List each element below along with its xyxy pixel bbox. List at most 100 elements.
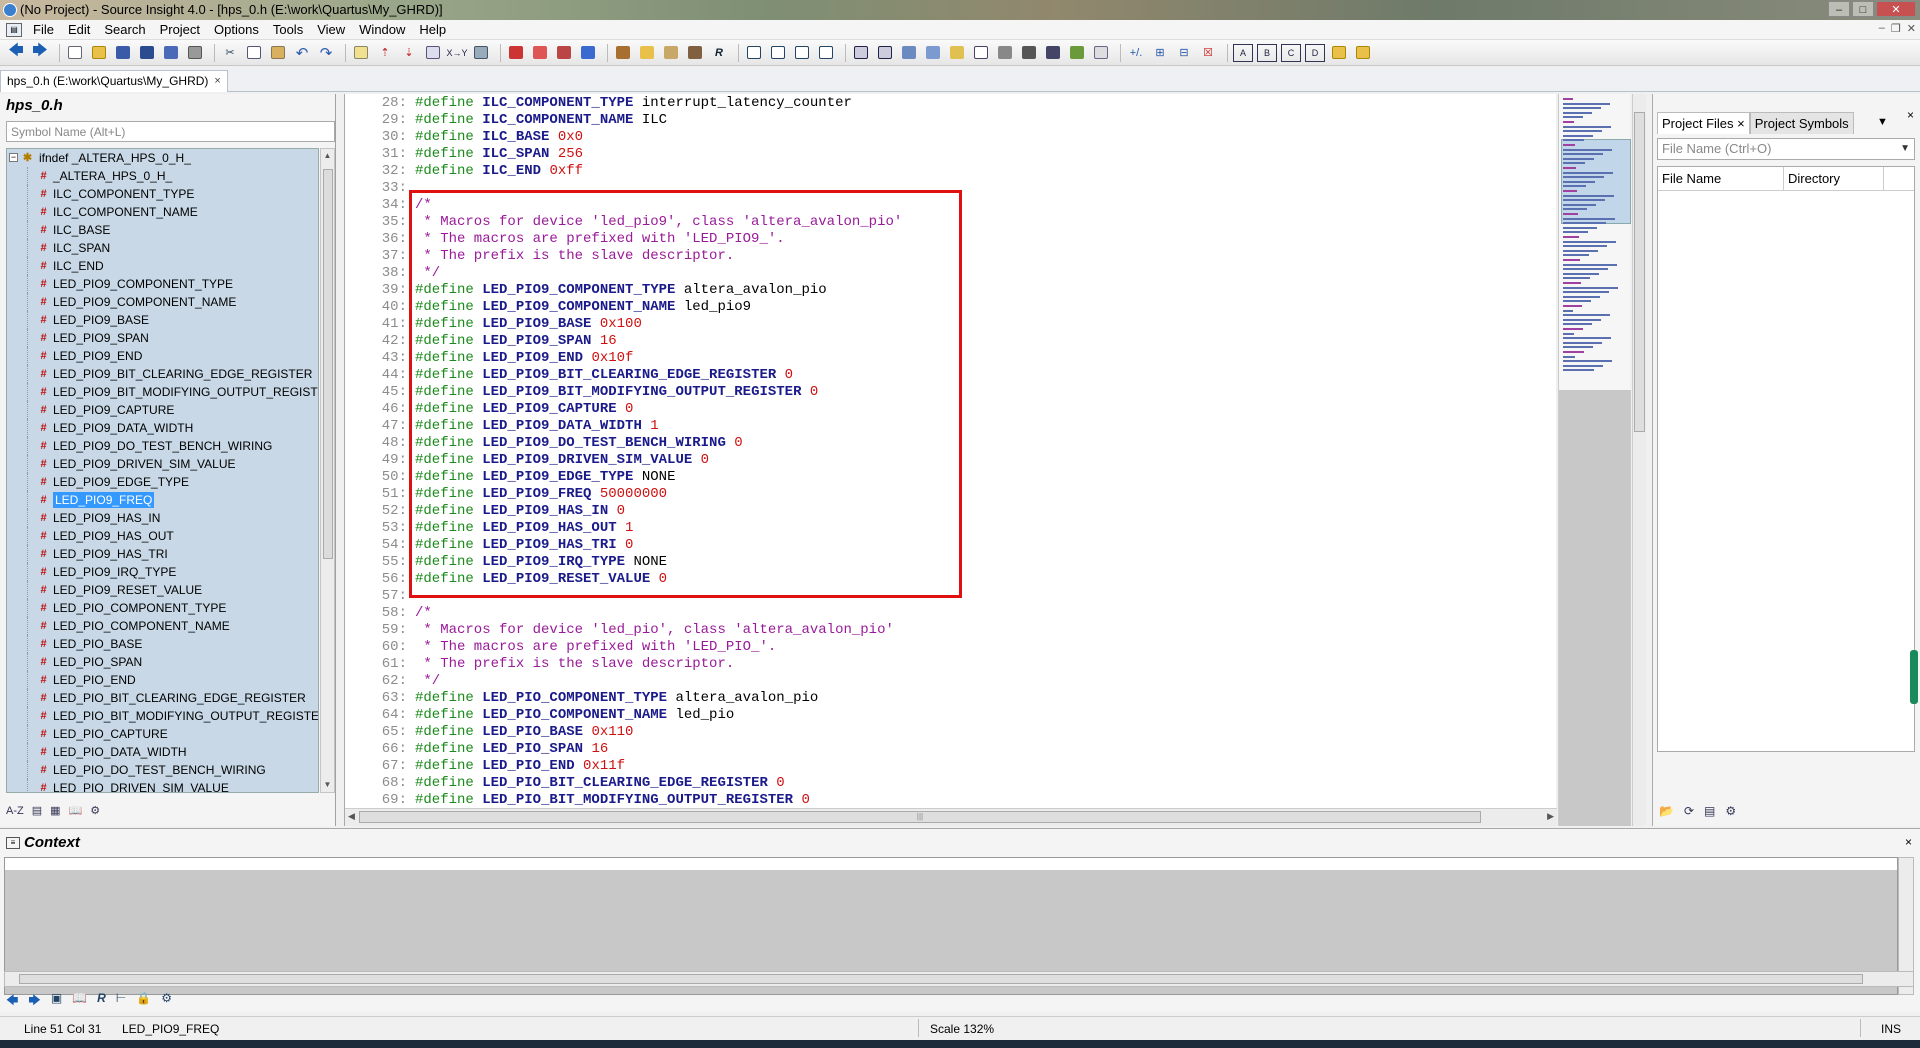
close-panel-icon[interactable]: × <box>1907 108 1914 122</box>
scroll-left-icon[interactable]: ◀ <box>348 811 355 822</box>
grid-icon[interactable] <box>1091 44 1111 62</box>
r-icon[interactable]: R <box>709 44 729 62</box>
layout-4-icon[interactable] <box>816 44 836 62</box>
scroll-thumb[interactable] <box>1634 112 1645 432</box>
symbol-list-item[interactable]: # LED_PIO9_RESET_VALUE <box>7 581 318 599</box>
symbol-list-item[interactable]: # LED_PIO9_BASE <box>7 311 318 329</box>
clip-window-icon[interactable] <box>947 44 967 62</box>
sync-icon[interactable] <box>578 44 598 62</box>
scroll-thumb[interactable] <box>19 974 1863 984</box>
minimize-button[interactable]: – <box>1828 1 1850 17</box>
tree-icon[interactable]: ⊢ <box>116 991 126 1012</box>
code-line[interactable]: 58: /* <box>345 605 1557 622</box>
code-line[interactable]: 59: * Macros for device 'led_pio', class… <box>345 622 1557 639</box>
symbol-list-item[interactable]: # LED_PIO9_DRIVEN_SIM_VALUE <box>7 455 318 473</box>
bookmark-icon[interactable] <box>506 44 526 62</box>
editor-vertical-scrollbar[interactable] <box>1632 94 1646 826</box>
menu-edit[interactable]: Edit <box>61 22 97 37</box>
replace-icon[interactable]: X→Y <box>447 44 468 62</box>
bird-icon[interactable] <box>1043 44 1063 62</box>
print-icon[interactable] <box>185 44 205 62</box>
tab-project-symbols[interactable]: Project Symbols <box>1749 112 1854 134</box>
symbol-list-item[interactable]: # LED_PIO_CAPTURE <box>7 725 318 743</box>
style-a-icon[interactable]: A <box>1233 43 1253 62</box>
code-line[interactable]: 32: #define ILC_END 0xff <box>345 163 1557 180</box>
collapse-icon[interactable]: − <box>9 153 18 162</box>
find-next-icon[interactable]: ⇣ <box>399 44 419 62</box>
jump-icon[interactable]: ▣ <box>51 991 62 1012</box>
file-tab-hps0[interactable]: hps_0.h (E:\work\Quartus\My_GHRD) × <box>0 70 228 92</box>
symbol-list-item[interactable]: # LED_PIO_BIT_MODIFYING_OUTPUT_REGISTER <box>7 707 318 725</box>
symbol-list-item[interactable]: # LED_PIO9_DO_TEST_BENCH_WIRING <box>7 437 318 455</box>
document-icon[interactable]: ▤ <box>6 22 22 37</box>
code-line[interactable]: 68: #define LED_PIO_BIT_CLEARING_EDGE_REG… <box>345 775 1557 792</box>
open-folder-icon[interactable] <box>89 44 109 62</box>
keyword-icon[interactable] <box>1019 44 1039 62</box>
project-window-icon[interactable] <box>899 44 919 62</box>
symbol-list-item[interactable]: # LED_PIO9_HAS_IN <box>7 509 318 527</box>
symbol-list-item[interactable]: # LED_PIO9_BIT_CLEARING_EDGE_REGISTER <box>7 365 318 383</box>
close-tab-icon[interactable]: × <box>214 71 220 92</box>
symbol-list-item[interactable]: # LED_PIO_BIT_CLEARING_EDGE_REGISTER <box>7 689 318 707</box>
save-as-icon[interactable] <box>137 44 157 62</box>
tab-dropdown-icon[interactable]: ▼ <box>1877 116 1888 128</box>
symbol-info-icon[interactable] <box>613 44 633 62</box>
symbol-list[interactable]: − ✱ ifndef _ALTERA_HPS_0_H_ # _ALTERA_HPS… <box>6 148 319 793</box>
help-icon[interactable] <box>971 44 991 62</box>
sort-az-icon[interactable]: A-Z <box>6 805 24 817</box>
chevron-down-icon[interactable]: ▼ <box>1900 139 1910 159</box>
code-line[interactable]: 66: #define LED_PIO_SPAN 16 <box>345 741 1557 758</box>
symbol-list-item[interactable]: # LED_PIO9_DATA_WIDTH <box>7 419 318 437</box>
symbol-list-item[interactable]: # LED_PIO9_IRQ_TYPE <box>7 563 318 581</box>
symbol-list-item[interactable]: # LED_PIO9_COMPONENT_TYPE <box>7 275 318 293</box>
symbol-list-item[interactable]: # ILC_END <box>7 257 318 275</box>
code-line[interactable]: 62: */ <box>345 673 1557 690</box>
symbol-list-item[interactable]: # LED_PIO_DO_TEST_BENCH_WIRING <box>7 761 318 779</box>
layout-2-icon[interactable] <box>768 44 788 62</box>
menu-window[interactable]: Window <box>352 22 412 37</box>
menu-options[interactable]: Options <box>207 22 266 37</box>
style-e-icon[interactable] <box>1329 44 1349 62</box>
code-line[interactable]: 65: #define LED_PIO_BASE 0x110 <box>345 724 1557 741</box>
project-file-list[interactable]: File Name Directory <box>1657 166 1915 752</box>
column-directory[interactable]: Directory <box>1784 167 1884 190</box>
code-line[interactable]: 30: #define ILC_BASE 0x0 <box>345 129 1557 146</box>
symbol-list-item[interactable]: # LED_PIO9_END <box>7 347 318 365</box>
column-file-name[interactable]: File Name <box>1658 167 1784 190</box>
symbol-list-item[interactable]: # LED_PIO_DATA_WIDTH <box>7 743 318 761</box>
redo-icon[interactable]: ↷ <box>316 44 336 62</box>
save-all-icon[interactable] <box>161 44 181 62</box>
code-line[interactable]: 29: #define ILC_COMPONENT_NAME ILC <box>345 112 1557 129</box>
code-line[interactable]: 63: #define LED_PIO_COMPONENT_TYPE altera… <box>345 690 1557 707</box>
menu-search[interactable]: Search <box>97 22 152 37</box>
symbol-list-item[interactable]: # LED_PIO9_CAPTURE <box>7 401 318 419</box>
code-line[interactable]: 28: #define ILC_COMPONENT_TYPE interrupt_… <box>345 95 1557 112</box>
symbol-list-scrollbar[interactable]: ▲ ▼ <box>320 148 335 793</box>
code-line[interactable]: 69: #define LED_PIO_BIT_MODIFYING_OUTPUT_… <box>345 792 1557 808</box>
maximize-button[interactable]: □ <box>1852 1 1874 17</box>
close-window-button[interactable]: ✕ <box>1876 1 1916 17</box>
symbol-search-input[interactable] <box>6 121 335 142</box>
symbol-list-item[interactable]: # ILC_COMPONENT_TYPE <box>7 185 318 203</box>
save-icon[interactable] <box>113 44 133 62</box>
close-panel-icon[interactable]: × <box>1905 835 1912 849</box>
new-file-icon[interactable] <box>65 44 85 62</box>
paste-icon[interactable] <box>268 44 288 62</box>
style-f-icon[interactable] <box>1353 44 1373 62</box>
tab-project-files[interactable]: Project Files × <box>1657 112 1750 134</box>
jump-icon[interactable] <box>637 44 657 62</box>
symbol-list-item[interactable]: # LED_PIO9_COMPONENT_NAME <box>7 293 318 311</box>
style-b-icon[interactable]: B <box>1257 43 1277 62</box>
editor-horizontal-scrollbar[interactable]: ◀ ||| ▶ <box>345 808 1557 826</box>
context-horizontal-scrollbar[interactable] <box>4 971 1914 987</box>
r-icon[interactable]: R <box>97 991 106 1012</box>
symbol-list-item[interactable]: # LED_PIO9_HAS_OUT <box>7 527 318 545</box>
search-results-icon[interactable] <box>995 44 1015 62</box>
find-prev-icon[interactable]: ⇡ <box>375 44 395 62</box>
back-icon[interactable]: 🡄 <box>6 991 18 1012</box>
mdi-minimize-icon[interactable]: – <box>1879 22 1885 35</box>
sync-project-icon[interactable]: ⟳ <box>1684 804 1694 818</box>
menu-file[interactable]: File <box>26 22 61 37</box>
bookmark-next-icon[interactable] <box>554 44 574 62</box>
style-c-icon[interactable]: C <box>1281 43 1301 62</box>
